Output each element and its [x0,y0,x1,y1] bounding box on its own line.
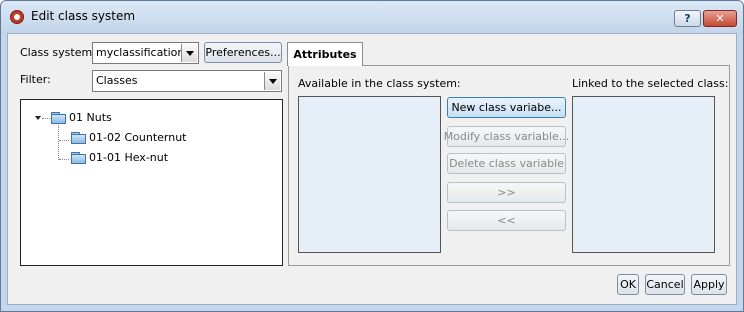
add-to-linked-button[interactable]: >> [447,182,566,203]
modify-class-variable-button[interactable]: Modify class variable... [444,126,569,147]
class-tree[interactable]: 01 Nuts 01-02 Counternut 01-01 Hex-nut [20,99,283,266]
class-system-dropdown[interactable]: myclassification2 [92,42,199,64]
tree-item-label: 01-02 Counternut [89,131,187,144]
available-variables-list[interactable] [298,96,441,253]
tree-connector [42,118,50,119]
class-system-value: myclassification2 [96,46,192,59]
tree-connector [59,140,69,141]
tab-attributes[interactable]: Attributes [287,42,363,66]
collapse-arrow-icon[interactable] [35,116,41,120]
apply-button[interactable]: Apply [691,274,727,295]
folder-icon [51,111,66,124]
folder-icon [71,131,86,144]
attributes-tab-panel: Available in the class system: Linked to… [288,65,730,266]
ok-button[interactable]: OK [617,274,639,295]
available-label: Available in the class system: [298,77,461,90]
app-icon [10,10,24,24]
filter-dropdown[interactable]: Classes [92,70,282,92]
filter-label: Filter: [20,73,51,86]
chevron-down-icon[interactable] [181,44,197,62]
filter-value: Classes [96,74,138,87]
tree-item-label: 01-01 Hex-nut [89,151,169,164]
remove-from-linked-button[interactable]: << [447,210,566,231]
cancel-button[interactable]: Cancel [645,274,685,295]
window-title: Edit class system [31,9,136,23]
title-bar[interactable]: Edit class system ? ✕ [1,1,743,33]
edit-class-system-window: Edit class system ? ✕ Class system: mycl… [0,0,744,312]
linked-variables-list[interactable] [572,96,715,253]
tree-item-label: 01 Nuts [69,111,112,124]
class-system-label: Class system: [20,46,96,59]
tree-item-hex-nut[interactable]: 01-01 Hex-nut [71,151,168,164]
tree-item-counternut[interactable]: 01-02 Counternut [71,131,186,144]
linked-label: Linked to the selected class: [572,77,729,90]
delete-class-variable-button[interactable]: Delete class variable [447,153,566,174]
chevron-down-icon[interactable] [264,72,280,90]
help-button[interactable]: ? [674,10,701,27]
tree-connector [58,125,59,160]
tree-item-root[interactable]: 01 Nuts [51,111,112,124]
dialog-client-area: Class system: myclassification2 Preferen… [7,33,737,305]
tree-connector [59,159,69,160]
folder-icon [71,151,86,164]
preferences-button[interactable]: Preferences... [204,42,282,63]
new-class-variable-button[interactable]: New class variabe... [447,97,566,118]
close-button[interactable]: ✕ [703,10,737,27]
